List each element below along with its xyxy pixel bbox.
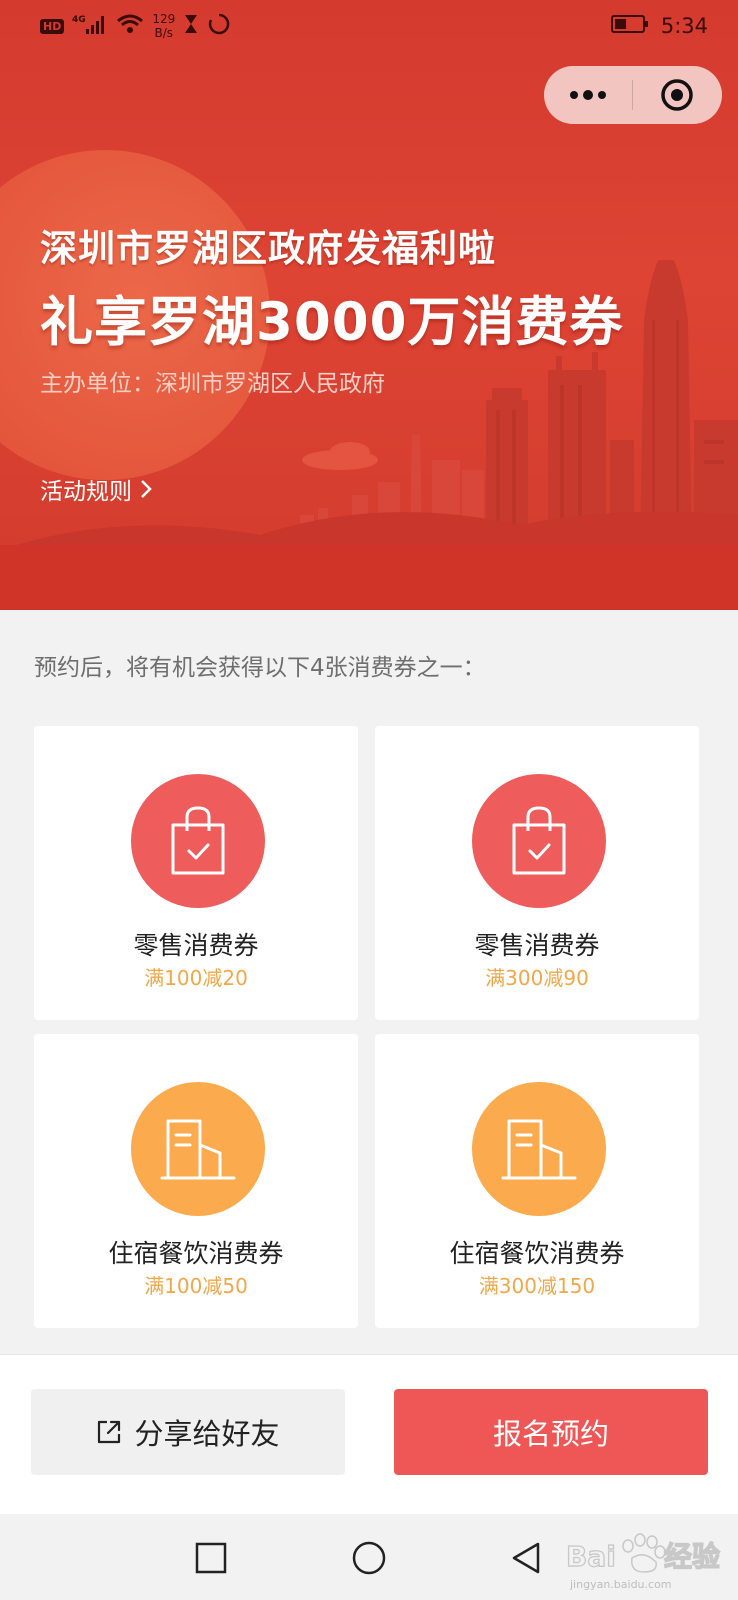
- hero-title: 礼享罗湖3000万消费券: [40, 292, 624, 353]
- coupon-discount: 满300减150: [478, 1274, 596, 1298]
- share-button-label: 分享给好友: [134, 1417, 280, 1451]
- coupon-card-retail-100[interactable]: 零售消费券 满100减20: [34, 726, 358, 1020]
- register-reservation-button[interactable]: 报名预约: [394, 1389, 708, 1475]
- coupon-card-dining-100[interactable]: 住宿餐饮消费券 满100减50: [34, 1034, 358, 1328]
- svg-text:4G: 4G: [72, 15, 86, 25]
- triangle-back-icon: [512, 1542, 540, 1574]
- coupon-icon-circle: [472, 1082, 606, 1216]
- coupon-name: 零售消费券: [474, 931, 600, 960]
- shopping-bag-icon: [512, 806, 566, 875]
- miniprogram-capsule: [544, 66, 722, 124]
- watermark-brand-cn: 经验: [664, 1540, 720, 1573]
- activity-rules-link[interactable]: 活动规则: [40, 472, 152, 506]
- chevron-right-icon: [141, 480, 152, 498]
- building-icon: [160, 1119, 236, 1180]
- home-button[interactable]: [347, 1536, 391, 1580]
- more-options-button[interactable]: [544, 66, 632, 124]
- building-icon: [501, 1119, 577, 1180]
- shopping-bag-icon: [171, 806, 225, 875]
- cellular-signal-icon: 4G: [72, 13, 108, 39]
- scalloped-edge-decoration: [0, 598, 738, 610]
- coupon-icon-circle: [131, 1082, 265, 1216]
- hero-banner: HD 4G 129 B/s 5:34 深圳市罗湖区政府发福利啦 礼享罗湖3000…: [0, 0, 738, 610]
- baidu-jingyan-watermark: Bai 经验 jingyan.baidu.com: [566, 1533, 721, 1591]
- network-speed-unit: B/s: [154, 26, 174, 40]
- hd-badge: HD: [40, 18, 65, 34]
- hourglass-icon: [183, 13, 199, 39]
- coupon-card-retail-300[interactable]: 零售消费券 满300减90: [375, 726, 699, 1020]
- coupon-name: 零售消费券: [133, 931, 259, 960]
- battery-icon: [610, 14, 649, 38]
- target-close-icon: [661, 79, 693, 111]
- wifi-icon: [116, 13, 144, 39]
- circle-home-icon: [352, 1541, 386, 1575]
- recent-apps-button[interactable]: [189, 1536, 233, 1580]
- activity-rules-label: 活动规则: [40, 479, 132, 505]
- coupon-icon-circle: [472, 774, 606, 908]
- coupon-discount: 满100减20: [144, 966, 248, 990]
- svg-text:Bai: Bai: [566, 1540, 616, 1573]
- status-bar: HD 4G 129 B/s 5:34: [0, 0, 738, 52]
- register-button-label: 报名预约: [492, 1417, 609, 1451]
- clock-time: 5:34: [660, 14, 708, 38]
- square-recent-icon: [195, 1542, 227, 1574]
- coupon-name: 住宿餐饮消费券: [108, 1239, 284, 1268]
- organizer-text: 主办单位：深圳市罗湖区人民政府: [40, 371, 385, 397]
- hero-subtitle: 深圳市罗湖区政府发福利啦: [40, 227, 496, 270]
- share-external-icon: [98, 1420, 121, 1444]
- close-miniprogram-button[interactable]: [633, 66, 721, 124]
- more-dots-icon: [570, 90, 606, 100]
- coupon-discount: 满300减90: [485, 966, 589, 990]
- back-button[interactable]: [504, 1536, 548, 1580]
- coupon-name: 住宿餐饮消费券: [449, 1239, 625, 1268]
- coupon-card-dining-300[interactable]: 住宿餐饮消费券 满300减150: [375, 1034, 699, 1328]
- bottom-action-bar: 分享给好友 报名预约: [0, 1354, 738, 1514]
- share-to-friends-button[interactable]: 分享给好友: [31, 1389, 345, 1475]
- coupon-intro-text: 预约后，将有机会获得以下4张消费券之一：: [34, 655, 486, 681]
- coupon-discount: 满100减50: [144, 1274, 248, 1298]
- watermark-url: jingyan.baidu.com: [569, 1578, 672, 1591]
- coupon-icon-circle: [131, 774, 265, 908]
- network-speed: 129 B/s: [152, 12, 175, 40]
- sync-circle-icon: [207, 12, 231, 40]
- network-speed-value: 129: [152, 12, 176, 26]
